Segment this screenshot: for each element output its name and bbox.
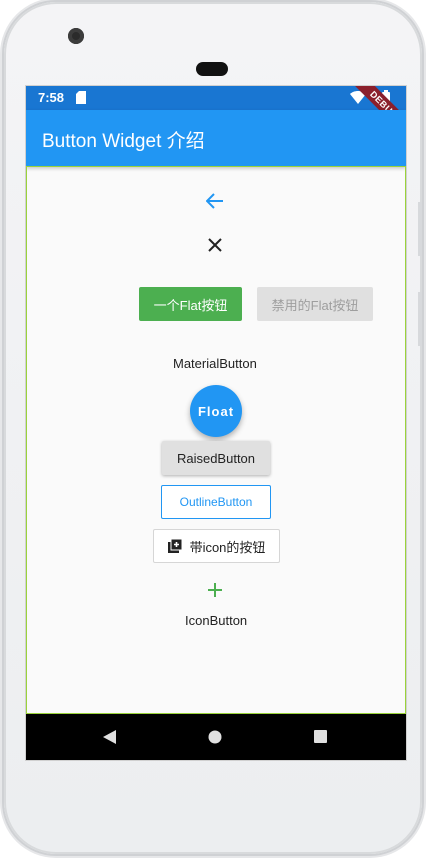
raised-button[interactable]: RaisedButton xyxy=(162,441,270,475)
app-bar: Button Widget 介绍 xyxy=(26,110,406,166)
add-icon-button[interactable] xyxy=(195,570,235,610)
material-button[interactable]: MaterialButton xyxy=(173,356,257,371)
add-icon xyxy=(208,583,222,597)
phone-frame: 7:58 DEBUG Button Widget 介绍 一个Flat按钮 禁用的… xyxy=(4,2,422,854)
status-time: 7:58 xyxy=(38,90,65,105)
arrow-left-icon xyxy=(206,193,223,209)
status-bar: 7:58 DEBUG xyxy=(26,86,406,144)
device-screen: 7:58 DEBUG Button Widget 介绍 一个Flat按钮 禁用的… xyxy=(26,86,406,760)
volume-up-key[interactable] xyxy=(418,202,422,256)
icon-label-button-text: 带icon的按钮 xyxy=(189,539,266,555)
sd-card-icon xyxy=(76,91,86,104)
disabled-flat-button[interactable]: 禁用的Flat按钮 xyxy=(257,287,373,321)
front-camera xyxy=(68,28,84,44)
nav-recents-icon[interactable] xyxy=(314,730,327,743)
outline-button[interactable]: OutlineButton xyxy=(161,485,271,519)
volume-down-key[interactable] xyxy=(418,292,422,346)
float-button[interactable]: Float xyxy=(190,385,242,437)
icon-label-button[interactable]: 带icon的按钮 xyxy=(153,529,280,563)
page-title: Button Widget 介绍 xyxy=(42,131,205,152)
earpiece-speaker xyxy=(196,62,228,76)
nav-back-icon[interactable] xyxy=(103,730,116,744)
button-demo-content: 一个Flat按钮 禁用的Flat按钮 MaterialButton Float … xyxy=(26,166,406,715)
library-add-icon xyxy=(167,539,182,553)
close-icon xyxy=(208,238,222,252)
navigation-bar xyxy=(26,714,406,760)
close-icon-button[interactable] xyxy=(195,225,235,265)
icon-button-text[interactable]: IconButton xyxy=(185,613,247,628)
flat-button[interactable]: 一个Flat按钮 xyxy=(139,287,242,321)
nav-home-icon[interactable] xyxy=(208,730,222,744)
back-icon-button[interactable] xyxy=(195,181,235,221)
